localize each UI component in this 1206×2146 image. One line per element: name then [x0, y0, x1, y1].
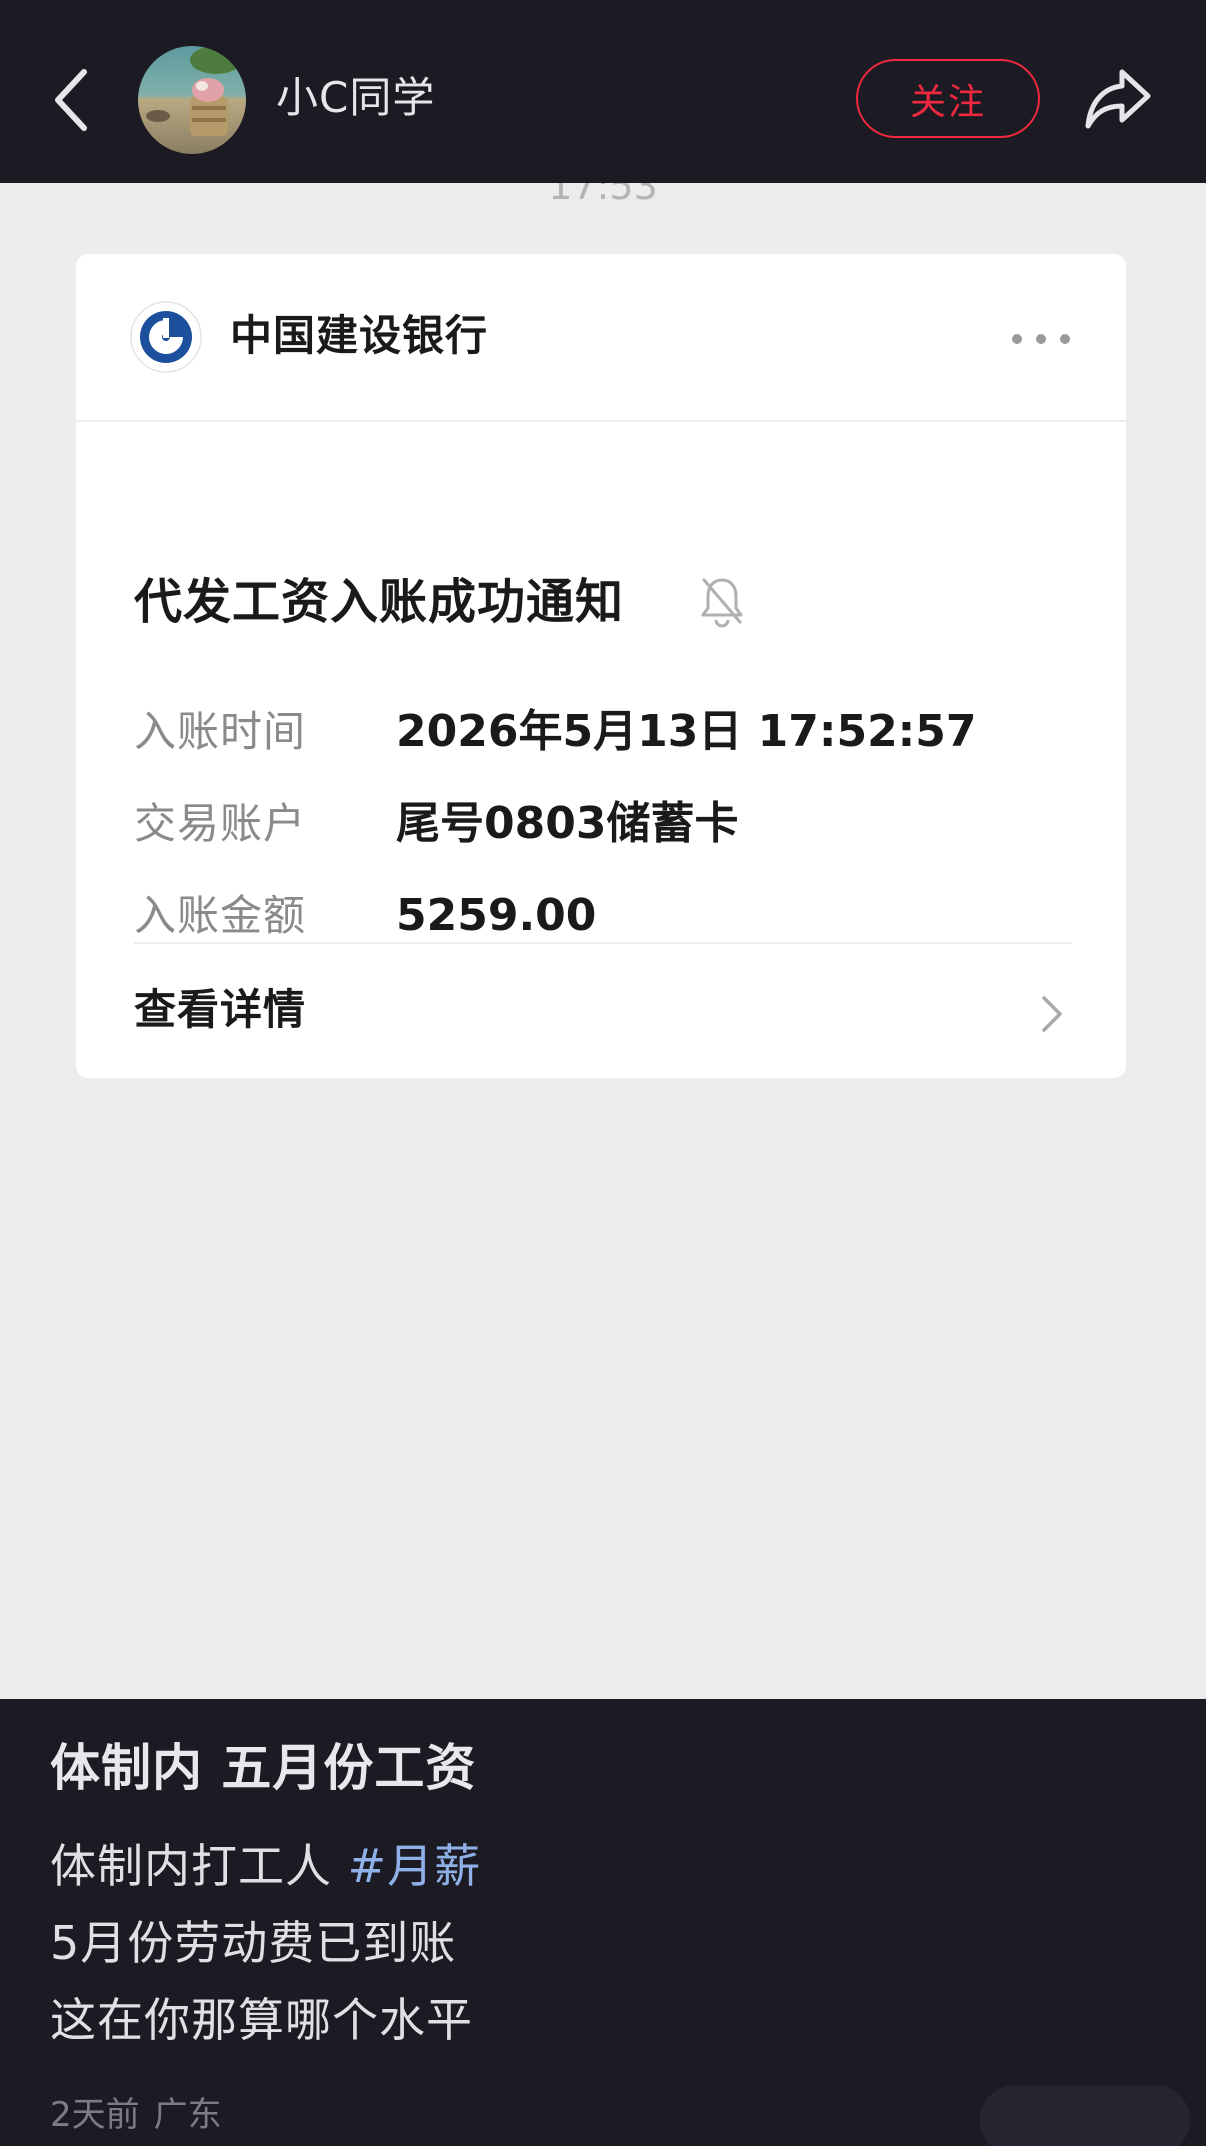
view-details-label: 查看详情	[134, 985, 307, 1034]
card-header: 中国建设银行	[76, 254, 1126, 422]
avatar[interactable]	[138, 46, 246, 154]
follow-button[interactable]: 关注	[856, 59, 1040, 138]
back-button[interactable]	[44, 60, 104, 140]
bank-notice-card: 中国建设银行 代发工资入账成功通知 入账时间 2026年5月13日 17:52:…	[76, 254, 1126, 1078]
info-row-time: 入账时间 2026年5月13日 17:52:57	[134, 702, 1094, 762]
notice-title: 代发工资入账成功通知	[134, 574, 625, 630]
info-row-account: 交易账户 尾号0803储蓄卡	[134, 794, 1094, 854]
post-body-line: 5月份劳动费已到账	[50, 1916, 457, 1970]
info-label: 入账金额	[134, 891, 307, 940]
share-button[interactable]	[1082, 62, 1156, 136]
post-title: 体制内 五月份工资	[50, 1739, 477, 1797]
username[interactable]: 小C同学	[276, 70, 435, 126]
post-body-line: 体制内打工人 #月薪	[50, 1835, 481, 1897]
info-value: 5259.00	[396, 890, 597, 941]
chevron-right-icon	[1042, 996, 1062, 1032]
top-bar: 小C同学 关注	[0, 0, 1206, 183]
more-button[interactable]	[1006, 324, 1076, 354]
info-value: 2026年5月13日 17:52:57	[396, 706, 977, 757]
post-time: 2天前	[50, 2095, 140, 2135]
post-page: 小C同学 关注 17:53 中国建设银行 代发工资入账成功通知 入账时间 202…	[0, 0, 1206, 2146]
info-row-amount: 入账金额 5259.00	[134, 886, 1094, 946]
ccb-logo-icon	[130, 301, 202, 373]
post-body-text: 体制内打工人	[50, 1839, 348, 1893]
info-value: 尾号0803储蓄卡	[396, 798, 739, 849]
share-arrow-icon	[1085, 69, 1151, 129]
avatar-image	[138, 46, 246, 154]
post-body-line: 这在你那算哪个水平	[50, 1993, 473, 2047]
bank-name: 中国建设银行	[230, 311, 489, 360]
chevron-left-icon	[55, 69, 87, 131]
view-details-link[interactable]: 查看详情	[76, 944, 1126, 1078]
info-label: 交易账户	[134, 799, 307, 848]
post-meta: 2天前 广东	[50, 2092, 222, 2138]
message-time: 17:53	[548, 183, 658, 208]
info-label: 入账时间	[134, 707, 307, 756]
post-caption: 体制内 五月份工资 体制内打工人 #月薪 5月份劳动费已到账 这在你那算哪个水平…	[0, 1699, 1206, 2146]
more-dots-icon	[1012, 334, 1070, 344]
bell-off-icon	[701, 578, 743, 628]
comment-input[interactable]	[980, 2085, 1190, 2146]
hashtag-link[interactable]: #月薪	[348, 1839, 482, 1893]
post-image[interactable]: 17:53 中国建设银行 代发工资入账成功通知 入账时间 2026年5月13日 …	[0, 183, 1206, 1699]
post-location: 广东	[153, 2095, 222, 2135]
